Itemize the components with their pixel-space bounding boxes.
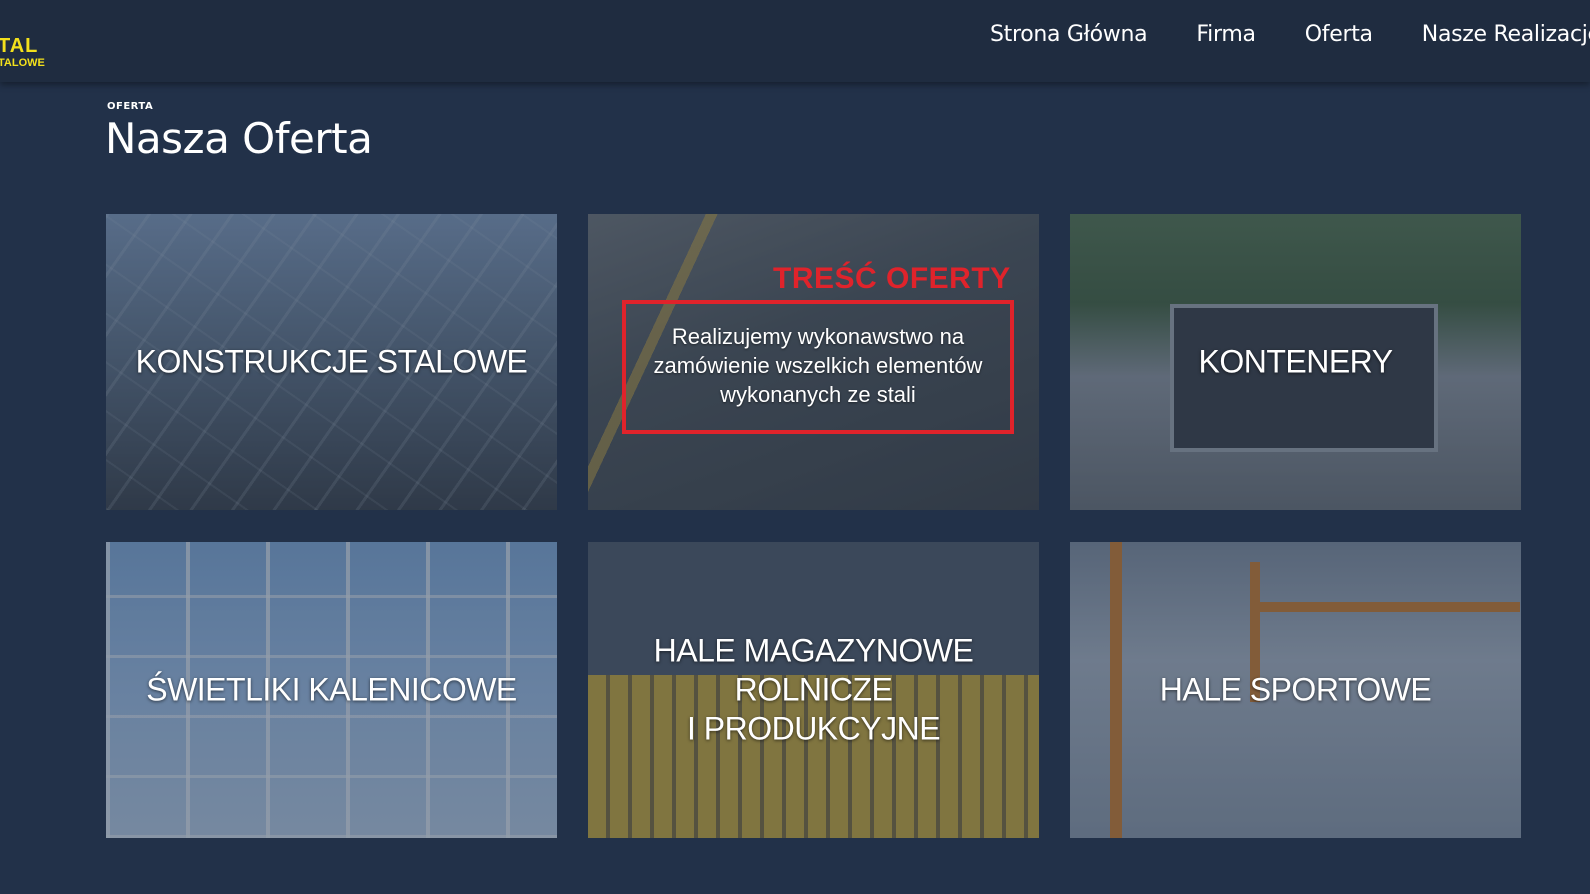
nav-company[interactable]: Firma	[1196, 22, 1256, 47]
logo-main-text: TAL	[0, 35, 39, 57]
offer-card-containers[interactable]: KONTENERY	[1070, 214, 1521, 510]
offer-card-warehouse-halls[interactable]: HALE MAGAZYNOWE ROLNICZE I PRODUKCYJNE	[588, 542, 1039, 838]
nav-home[interactable]: Strona Główna	[990, 22, 1148, 47]
page-title: Nasza Oferta	[105, 114, 373, 163]
card-title: ŚWIETLIKI KALENICOWE	[146, 671, 517, 708]
card-title: KONSTRUKCJE STALOWE	[135, 343, 528, 380]
card-title: HALE SPORTOWE	[1159, 671, 1432, 708]
offer-card-sports-halls[interactable]: HALE SPORTOWE	[1070, 542, 1521, 838]
nav-realizations[interactable]: Nasze Realizacje	[1422, 22, 1590, 47]
main-menu: Strona Główna Firma Oferta Nasze Realiza…	[990, 22, 1590, 47]
offer-content-highlight-box: Realizujemy wykonawstwo na zamówienie ws…	[622, 300, 1014, 434]
company-logo[interactable]: TAL TALOWE	[0, 36, 45, 69]
offer-description: Realizujemy wykonawstwo na zamówienie ws…	[653, 324, 983, 407]
card-title: HALE MAGAZYNOWE ROLNICZE I PRODUKCYJNE	[653, 632, 974, 747]
offer-content-label: TREŚĆ OFERTY	[773, 262, 1011, 295]
top-navigation-bar: TAL TALOWE Strona Główna Firma Oferta Na…	[0, 0, 1590, 82]
nav-offer[interactable]: Oferta	[1305, 22, 1373, 47]
offer-card-steel-structures[interactable]: KONSTRUKCJE STALOWE	[106, 214, 557, 510]
section-eyebrow: OFERTA	[107, 101, 154, 112]
logo-sub-text: TALOWE	[0, 57, 45, 69]
offer-card-skylights[interactable]: ŚWIETLIKI KALENICOWE	[106, 542, 557, 838]
card-title: KONTENERY	[1198, 343, 1393, 380]
